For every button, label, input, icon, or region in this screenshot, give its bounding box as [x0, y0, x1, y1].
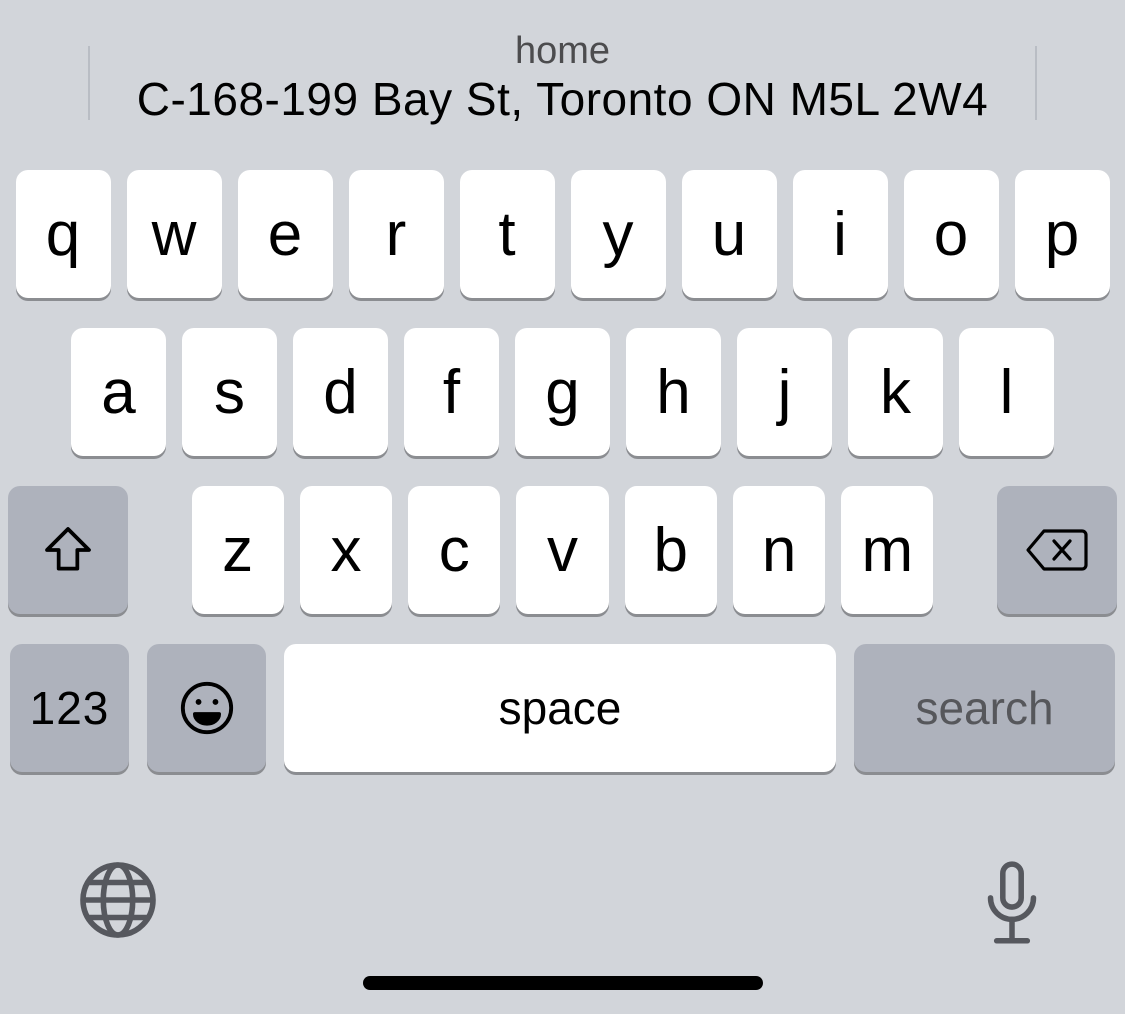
key-t[interactable]: t [460, 170, 555, 298]
numbers-key[interactable]: 123 [10, 644, 129, 772]
key-i[interactable]: i [793, 170, 888, 298]
key-d[interactable]: d [293, 328, 388, 456]
key-s[interactable]: s [182, 328, 277, 456]
key-v[interactable]: v [516, 486, 608, 614]
key-n[interactable]: n [733, 486, 825, 614]
divider [88, 46, 90, 120]
divider [1035, 46, 1037, 120]
shift-key[interactable] [8, 486, 128, 614]
search-key[interactable]: search [854, 644, 1115, 772]
key-x[interactable]: x [300, 486, 392, 614]
spacer [949, 486, 980, 614]
key-g[interactable]: g [515, 328, 610, 456]
keyboard-row-4: 123 space search [8, 644, 1117, 772]
globe-icon [76, 858, 160, 942]
key-b[interactable]: b [625, 486, 717, 614]
backspace-key[interactable] [997, 486, 1117, 614]
key-k[interactable]: k [848, 328, 943, 456]
keyboard-switch-button[interactable] [76, 858, 160, 942]
suggestion-title: home [137, 30, 989, 74]
key-u[interactable]: u [682, 170, 777, 298]
emoji-icon [178, 679, 236, 737]
key-a[interactable]: a [71, 328, 166, 456]
shift-icon [40, 522, 96, 578]
backspace-icon [1024, 525, 1090, 575]
key-e[interactable]: e [238, 170, 333, 298]
keyboard-row-2: a s d f g h j k l [8, 328, 1117, 456]
key-z[interactable]: z [192, 486, 284, 614]
mic-icon [975, 858, 1049, 950]
spacer [144, 486, 175, 614]
key-c[interactable]: c [408, 486, 500, 614]
key-l[interactable]: l [959, 328, 1054, 456]
key-r[interactable]: r [349, 170, 444, 298]
keyboard-row-3: z x c v b n m [8, 486, 1117, 614]
autocomplete-suggestion[interactable]: home C-168-199 Bay St, Toronto ON M5L 2W… [137, 30, 989, 127]
key-h[interactable]: h [626, 328, 721, 456]
key-y[interactable]: y [571, 170, 666, 298]
suggestion-bar: home C-168-199 Bay St, Toronto ON M5L 2W… [0, 0, 1125, 148]
space-key[interactable]: space [284, 644, 836, 772]
key-m[interactable]: m [841, 486, 933, 614]
key-w[interactable]: w [127, 170, 222, 298]
key-j[interactable]: j [737, 328, 832, 456]
key-q[interactable]: q [16, 170, 111, 298]
key-o[interactable]: o [904, 170, 999, 298]
emoji-key[interactable] [147, 644, 266, 772]
home-indicator[interactable] [363, 976, 763, 990]
dictation-button[interactable] [975, 858, 1049, 950]
key-f[interactable]: f [404, 328, 499, 456]
suggestion-subtitle: C-168-199 Bay St, Toronto ON M5L 2W4 [137, 73, 989, 126]
key-p[interactable]: p [1015, 170, 1110, 298]
keyboard: q w e r t y u i o p a s d f g h j k l z … [0, 148, 1125, 772]
bottom-strip [0, 796, 1125, 1014]
keyboard-row-1: q w e r t y u i o p [8, 170, 1117, 298]
